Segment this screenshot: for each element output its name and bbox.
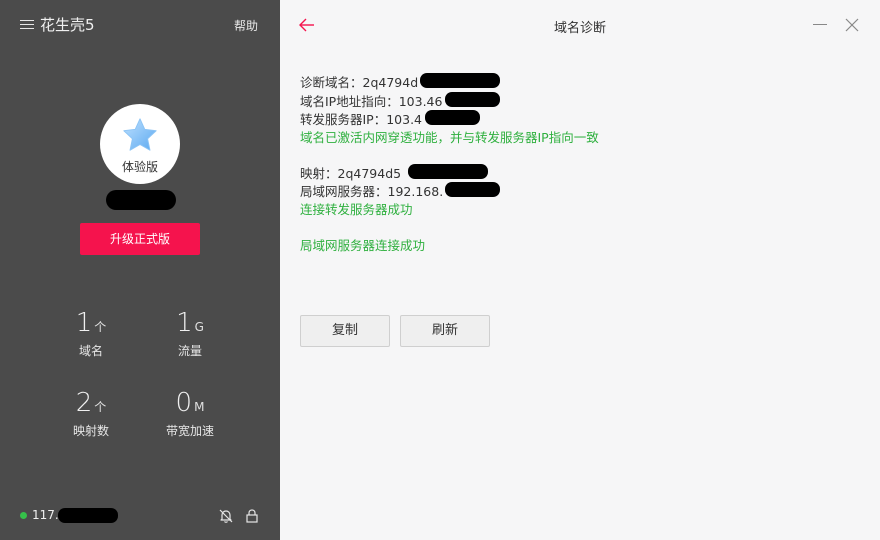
- stat-bandwidth: 0M 带宽加速: [150, 388, 230, 439]
- stat-value: 1: [176, 308, 193, 338]
- copy-button[interactable]: 复制: [300, 315, 390, 347]
- main-panel: 域名诊断 诊断域名：2q4794d 域名IP地址指向：103.46 转发服务器I…: [280, 0, 880, 540]
- app-title: 花生壳5: [40, 16, 95, 34]
- stat-unit: G: [194, 320, 204, 334]
- bell-off-icon[interactable]: [218, 508, 234, 524]
- redacted-forward-ip: [425, 110, 480, 125]
- online-status-dot: [20, 512, 27, 519]
- lan-server-line: 局域网服务器：192.168.: [300, 184, 444, 199]
- diag-domain-line: 诊断域名：2q4794d: [300, 75, 419, 90]
- mapping-line: 映射：2q4794d5: [300, 166, 402, 181]
- redacted-domain-ip: [445, 92, 500, 107]
- stat-traffic: 1G 流量: [150, 308, 230, 359]
- stat-unit: M: [194, 400, 205, 414]
- lock-icon[interactable]: [244, 508, 260, 524]
- sidebar: 花生壳5 帮助 体验版 升级正式版 1个 域名 1G 流量 2个 映射数 0M …: [0, 0, 280, 540]
- stat-value: 1: [75, 308, 93, 338]
- edition-label: 体验版: [121, 160, 158, 174]
- stat-unit: 个: [94, 400, 107, 414]
- stat-label: 带宽加速: [165, 424, 214, 438]
- redacted-domain: [420, 73, 500, 88]
- close-icon[interactable]: [845, 18, 859, 32]
- domain-ip-line: 域名IP地址指向：103.46: [300, 94, 443, 109]
- upgrade-button[interactable]: 升级正式版: [80, 223, 200, 255]
- forward-connect-status: 连接转发服务器成功: [300, 202, 413, 217]
- avatar[interactable]: 体验版: [100, 104, 180, 184]
- help-link[interactable]: 帮助: [234, 17, 258, 34]
- star-icon: [123, 118, 157, 151]
- minimize-icon[interactable]: [813, 24, 827, 25]
- forward-ip-line: 转发服务器IP：103.4: [300, 112, 423, 127]
- stat-label: 域名: [78, 344, 103, 358]
- public-ip-text: 117.: [32, 508, 59, 522]
- stat-value: 0: [175, 388, 193, 418]
- redacted-lan-ip: [445, 182, 500, 197]
- stat-label: 映射数: [72, 424, 109, 438]
- stat-domains: 1个 域名: [51, 308, 131, 359]
- lan-connect-status: 局域网服务器连接成功: [300, 238, 426, 253]
- ip-redacted: [58, 508, 118, 523]
- stat-mappings: 2个 映射数: [51, 388, 131, 439]
- username-redacted: [106, 190, 176, 210]
- app-header: 花生壳5: [20, 14, 95, 35]
- page-title: 域名诊断: [553, 21, 606, 36]
- penetration-status: 域名已激活内网穿透功能，并与转发服务器IP指向一致: [300, 130, 599, 145]
- menu-icon[interactable]: [20, 19, 34, 31]
- stat-unit: 个: [94, 320, 107, 334]
- redacted-mapping: [408, 164, 488, 179]
- refresh-button[interactable]: 刷新: [400, 315, 490, 347]
- stat-value: 2: [75, 388, 93, 418]
- stat-label: 流量: [177, 344, 202, 358]
